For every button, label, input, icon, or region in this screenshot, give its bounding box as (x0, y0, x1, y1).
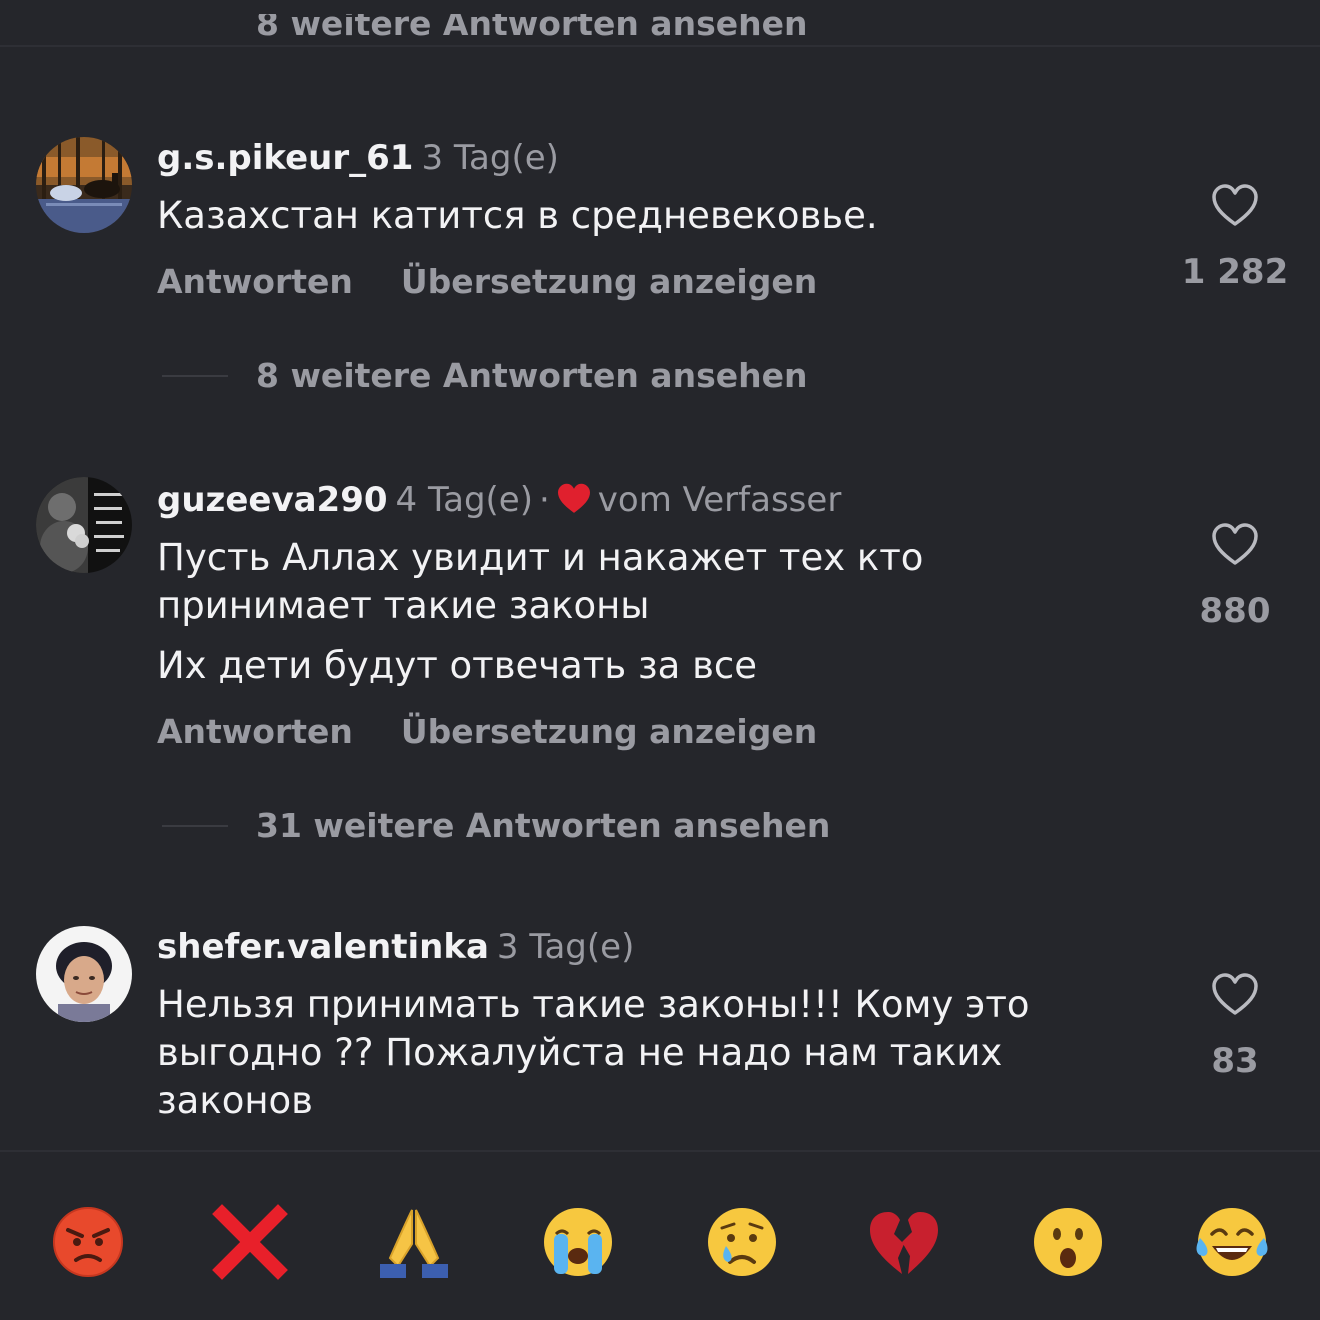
crying-face-icon[interactable] (704, 1204, 780, 1280)
comments-screen: 8 weitere Antworten ansehen g.s.pikeur_6… (0, 0, 1320, 1320)
comment-text: Казахстан катится в средневековье. (157, 192, 1167, 240)
avatar[interactable] (36, 477, 132, 573)
heart-icon[interactable] (1211, 184, 1259, 228)
cross-mark-icon[interactable] (212, 1204, 288, 1280)
comment-meta: g.s.pikeur_61 3 Tag(e) (157, 136, 559, 180)
like-count: 1 282 (1181, 252, 1289, 292)
comment-text: Нельзя принимать такие законы!!! Кому эт… (157, 981, 1077, 1125)
broken-heart-icon[interactable] (866, 1204, 942, 1280)
comment-meta: guzeeva290 4 Tag(e) · vom Verfasser (157, 478, 841, 522)
like-column: 83 (1170, 973, 1300, 1081)
username[interactable]: shefer.valentinka (157, 927, 489, 967)
comment-actions: Antworten Übersetzung anzeigen (157, 262, 817, 306)
show-translation-button[interactable]: Übersetzung anzeigen (401, 712, 817, 751)
username[interactable]: g.s.pikeur_61 (157, 138, 413, 178)
view-replies-label: 31 weitere Antworten ansehen (256, 806, 831, 845)
like-column: 1 282 (1170, 184, 1300, 292)
reply-button[interactable]: Antworten (157, 712, 353, 751)
comment-line: Их дети будут отвечать за все (157, 644, 757, 687)
liked-by-author-label: vom Verfasser (597, 480, 842, 520)
timestamp: 3 Tag(e) (496, 927, 635, 967)
timestamp: 4 Tag(e) (395, 480, 533, 520)
astonished-face-icon[interactable] (1030, 1204, 1106, 1280)
comment-actions: Antworten Übersetzung anzeigen (157, 712, 817, 756)
comment-text: Пусть Аллах увидит и накажет тех кто при… (157, 534, 1167, 690)
divider (0, 45, 1320, 47)
like-count: 880 (1199, 591, 1271, 631)
reply-thread-line (162, 824, 228, 827)
loudly-crying-face-icon[interactable] (540, 1204, 616, 1280)
comment-line: Нельзя принимать такие законы!!! Кому эт… (157, 983, 1030, 1122)
emoji-reaction-bar (0, 1152, 1320, 1320)
view-replies-link[interactable]: 8 weitere Antworten ansehen (162, 356, 807, 400)
reply-button[interactable]: Antworten (157, 262, 353, 301)
like-column: 880 (1170, 523, 1300, 631)
heart-icon[interactable] (1211, 973, 1259, 1017)
comment-line: Пусть Аллах увидит и накажет тех кто при… (157, 536, 924, 627)
show-translation-button[interactable]: Übersetzung anzeigen (401, 262, 817, 301)
view-replies-label: 8 weitere Antworten ansehen (256, 356, 808, 395)
comment-meta: shefer.valentinka 3 Tag(e) (157, 925, 634, 969)
avatar[interactable] (36, 926, 132, 1022)
comment-line: Казахстан катится в средневековье. (157, 194, 878, 237)
view-replies-link-cut[interactable]: 8 weitere Antworten ansehen (256, 14, 807, 54)
author-liked-heart-icon (557, 483, 590, 513)
like-count: 83 (1211, 1041, 1259, 1081)
heart-icon[interactable] (1211, 523, 1259, 567)
username[interactable]: guzeeva290 (157, 480, 388, 520)
separator: · (538, 480, 550, 520)
view-replies-link[interactable]: 31 weitere Antworten ansehen (162, 806, 830, 850)
timestamp: 3 Tag(e) (421, 138, 559, 178)
folded-hands-icon[interactable] (376, 1204, 452, 1280)
tears-of-joy-face-icon[interactable] (1194, 1204, 1270, 1280)
avatar[interactable] (36, 137, 132, 233)
angry-face-icon[interactable] (50, 1204, 126, 1280)
reply-thread-line (162, 374, 228, 377)
